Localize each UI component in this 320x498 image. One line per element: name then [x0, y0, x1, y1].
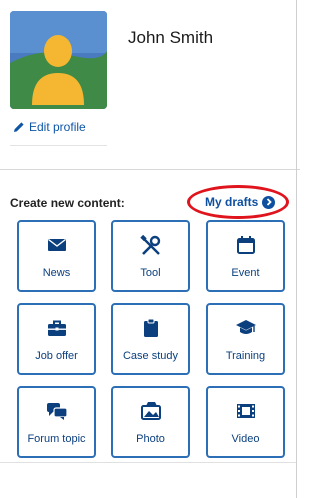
calendar-icon: [208, 235, 283, 257]
tile-case-study[interactable]: Case study: [111, 303, 190, 375]
pencil-icon: [14, 122, 24, 132]
my-drafts-link[interactable]: My drafts: [205, 195, 276, 209]
tile-video[interactable]: Video: [206, 386, 285, 458]
divider: [0, 462, 296, 463]
panel-border: [296, 0, 297, 498]
create-content-heading: Create new content:: [10, 196, 125, 210]
tile-label: News: [42, 267, 71, 279]
my-drafts-label: My drafts: [205, 195, 259, 209]
tile-label: Event: [231, 267, 260, 279]
user-silhouette-icon: [10, 11, 107, 109]
tile-photo[interactable]: Photo: [111, 386, 190, 458]
tile-label: Case study: [122, 350, 179, 362]
edit-profile-label: Edit profile: [29, 120, 86, 134]
tile-label: Video: [231, 433, 260, 445]
graduation-cap-icon: [208, 318, 283, 340]
edit-profile-link[interactable]: Edit profile: [13, 120, 86, 134]
tile-label: Tool: [140, 267, 161, 279]
clipboard-icon: [113, 318, 188, 340]
user-name: John Smith: [128, 28, 214, 47]
chat-bubbles-icon: [19, 401, 94, 423]
tile-training[interactable]: Training: [206, 303, 285, 375]
briefcase-icon: [19, 318, 94, 340]
tile-forum-topic[interactable]: Forum topic: [17, 386, 96, 458]
tools-icon: [113, 235, 188, 257]
arrow-right-circle-icon: [262, 195, 276, 209]
tile-label: Training: [225, 350, 266, 362]
photo-icon: [113, 401, 188, 423]
tile-label: Photo: [136, 433, 165, 445]
tile-news[interactable]: News: [17, 220, 96, 292]
film-icon: [208, 401, 283, 423]
avatar: [10, 11, 107, 109]
tile-label: Forum topic: [27, 433, 86, 445]
tile-tool[interactable]: Tool: [111, 220, 190, 292]
tile-event[interactable]: Event: [206, 220, 285, 292]
tile-job-offer[interactable]: Job offer: [17, 303, 96, 375]
envelope-icon: [19, 235, 94, 257]
divider: [10, 145, 107, 146]
tile-label: Job offer: [35, 350, 78, 362]
